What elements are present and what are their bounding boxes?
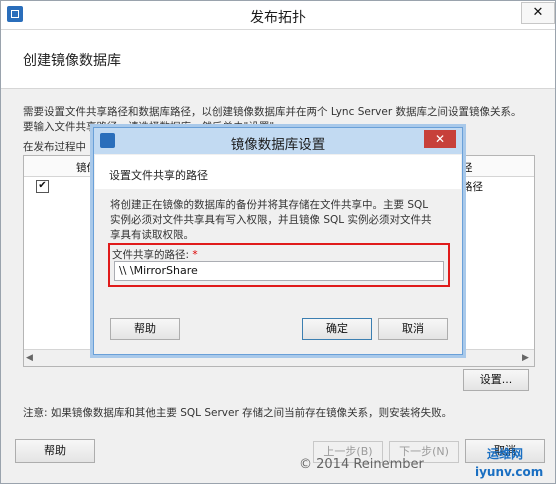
window-close-button[interactable]: ✕ — [521, 2, 555, 24]
site-watermark: 运维网 — [487, 447, 524, 461]
publish-topology-window: 发布拓扑 ✕ 创建镜像数据库 需要设置文件共享路径和数据库路径，以创建镜像数据库… — [0, 0, 556, 484]
required-mark: * — [192, 249, 198, 261]
window-titlebar: 发布拓扑 ✕ — [1, 1, 555, 30]
share-path-input[interactable]: \\ \MirrorShare — [114, 261, 444, 281]
dialog-cancel-button[interactable]: 取消 — [378, 318, 448, 340]
row-checkbox[interactable]: ✔ — [36, 180, 49, 193]
dialog-help-button[interactable]: 帮助 — [110, 318, 180, 340]
dialog-close-button[interactable]: ✕ — [424, 130, 456, 148]
copyright-watermark: © 2014 Reinember — [299, 457, 424, 472]
page-header: 创建镜像数据库 — [1, 30, 555, 89]
dialog-text-1: 将创建正在镜像的数据库的备份并将其存储在文件共享中。主要 SQL — [110, 199, 429, 211]
dialog-ok-button[interactable]: 确定 — [302, 318, 372, 340]
settings-button[interactable]: 设置... — [463, 369, 529, 391]
page-title: 创建镜像数据库 — [23, 53, 121, 69]
list-caption: 在发布过程中 — [23, 141, 86, 153]
grid-header-path[interactable]: 径 — [462, 160, 473, 175]
dialog-text-3: 享具有读取权限。 — [110, 229, 194, 241]
row-path-cell: 路径 — [462, 181, 483, 193]
dialog-text-2: 实例必须对文件共享具有写入权限，并且镜像 SQL 实例必须对文件共 — [110, 214, 432, 226]
mirror-note: 注意: 如果镜像数据库和其他主要 SQL Server 存储之间当前存在镜像关系… — [23, 407, 453, 419]
scroll-right-icon[interactable]: ▶ — [522, 353, 529, 363]
dialog-titlebar: 镜像数据库设置 ✕ — [94, 128, 462, 154]
share-path-label: 文件共享的路径: * — [112, 247, 198, 262]
help-button[interactable]: 帮助 — [15, 439, 95, 463]
dialog-header: 设置文件共享的路径 — [95, 155, 461, 189]
mirror-settings-dialog: 镜像数据库设置 ✕ 设置文件共享的路径 将创建正在镜像的数据库的备份并将其存储在… — [93, 127, 463, 355]
window-title: 发布拓扑 — [250, 10, 306, 26]
share-path-label-text: 文件共享的路径: — [112, 249, 190, 261]
description-line-1: 需要设置文件共享路径和数据库路径，以创建镜像数据库并在两个 Lync Serve… — [23, 106, 522, 118]
scroll-left-icon[interactable]: ◀ — [26, 353, 33, 363]
site-watermark-url: iyunv.com — [475, 465, 544, 479]
dialog-heading: 设置文件共享的路径 — [109, 169, 208, 182]
dialog-title: 镜像数据库设置 — [230, 137, 326, 153]
